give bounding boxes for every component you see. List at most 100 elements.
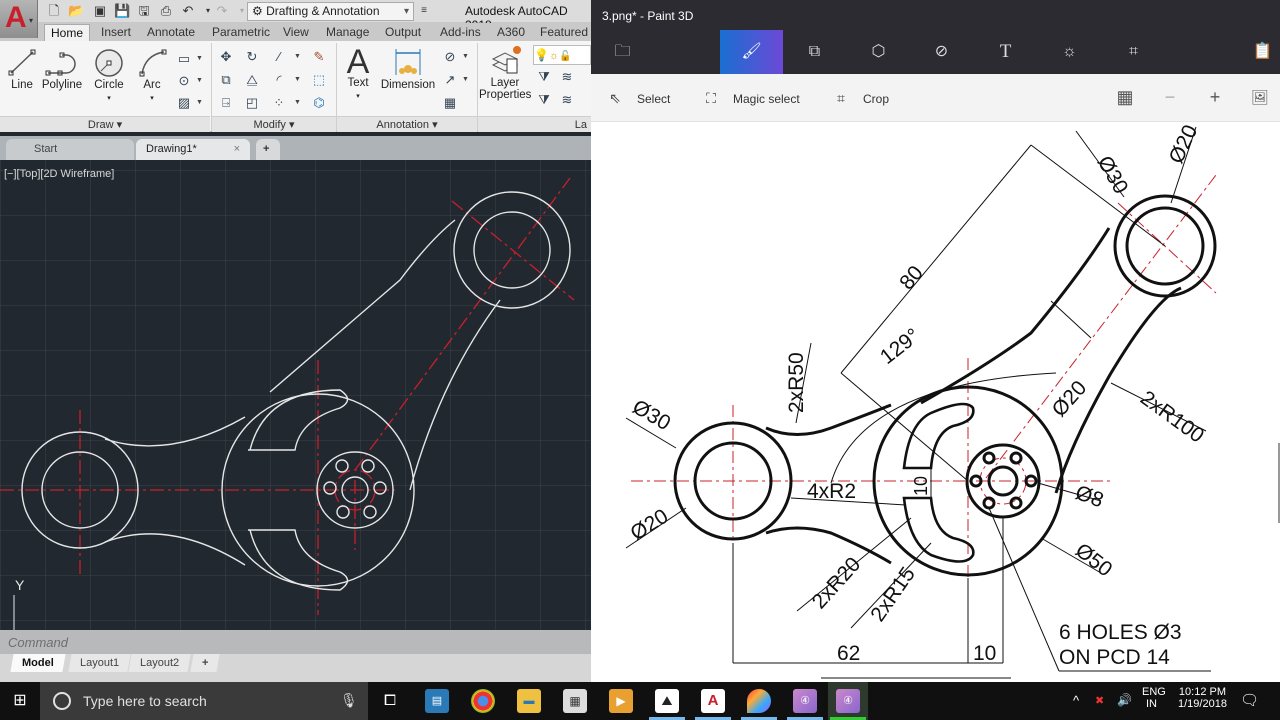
stickers-icon[interactable]: ⊘	[910, 30, 973, 74]
copy-icon[interactable]: ⧉	[217, 72, 235, 88]
editor-icon[interactable]: ④	[836, 689, 860, 713]
canvas-icon[interactable]: ⌗	[1102, 30, 1165, 74]
open-sheet-icon[interactable]: ▣	[92, 3, 108, 19]
tab-featured-apps[interactable]: Featured A	[534, 24, 591, 56]
open-folder-icon[interactable]: 📂	[68, 3, 84, 19]
draw-panel-label[interactable]: Draw ▾	[0, 116, 210, 132]
array-icon[interactable]: ⁘	[270, 95, 288, 111]
hatch-icon[interactable]: ▨	[175, 95, 193, 111]
microphone-icon[interactable]: 🎙	[340, 692, 358, 709]
modify-panel-label[interactable]: Modify ▾	[212, 116, 336, 132]
tab-insert[interactable]: Insert	[95, 24, 137, 41]
layer-isolate-icon[interactable]: ≋	[558, 69, 576, 85]
tab-annotate[interactable]: Annotate	[141, 24, 201, 41]
fillet-icon[interactable]: ◜	[270, 72, 288, 88]
rectangle-icon[interactable]: ▭	[175, 51, 193, 67]
control-panel-icon[interactable]: ▤	[425, 689, 449, 713]
magic-select-button[interactable]: ⛶ Magic select	[701, 88, 800, 108]
task-view-icon[interactable]: ⧠	[378, 689, 402, 713]
effects-icon[interactable]: ☼	[1038, 30, 1101, 74]
tab-home[interactable]: Home	[44, 24, 91, 41]
clock[interactable]: 10:12 PM 1/19/2018	[1178, 686, 1227, 710]
view-image-icon[interactable]: 🖼	[1249, 86, 1271, 108]
autocad-taskbar-icon[interactable]: A	[701, 689, 725, 713]
customize-qat-icon[interactable]: ≡	[416, 3, 432, 19]
volume-icon[interactable]: 🔊	[1117, 693, 1132, 707]
add-layout-button[interactable]: +	[190, 654, 221, 672]
photos-icon[interactable]: ⛰	[655, 689, 679, 713]
tab-view[interactable]: View	[277, 24, 315, 41]
move-icon[interactable]: ✥	[217, 49, 235, 65]
rotate-icon[interactable]: ↻	[243, 49, 261, 65]
tab-drawing1[interactable]: Drawing1* ×	[136, 139, 250, 160]
taskbar-search[interactable]: Type here to search 🎙	[40, 682, 368, 720]
layer-off-icon[interactable]: ⧩	[535, 69, 553, 85]
image-canvas[interactable]: Ø30 Ø20 80 129° 2xR50 Ø30 Ø20 4xR2 10 Ø2…	[591, 123, 1280, 682]
action-center-icon[interactable]: 🗨	[1240, 691, 1259, 709]
command-input[interactable]: Command	[8, 635, 68, 650]
tab-manage[interactable]: Manage	[320, 24, 375, 41]
grid-icon[interactable]: ▦	[1114, 86, 1136, 108]
tab-start[interactable]: Start	[6, 139, 134, 160]
redo-icon[interactable]: ↷	[214, 3, 230, 19]
calculator-icon[interactable]: ▦	[563, 689, 587, 713]
menu-folder-icon[interactable]: 🗀	[591, 30, 654, 74]
tab-output[interactable]: Output	[379, 24, 427, 41]
offset-icon[interactable]: ⌬	[310, 95, 328, 111]
layer-on-all-icon[interactable]: ⧩	[535, 92, 553, 108]
zoom-out-icon[interactable]: −	[1159, 86, 1181, 108]
brushes-icon[interactable]: 🖌	[720, 30, 783, 74]
trim-icon[interactable]: ⁄	[270, 49, 288, 65]
start-button[interactable]: ⊞	[0, 682, 40, 720]
workspace-dropdown[interactable]: ⚙ Drafting & Annotation ▾	[247, 2, 414, 21]
tab-layout2[interactable]: Layout2	[128, 654, 191, 672]
leader-icon[interactable]: ⊘	[441, 49, 459, 65]
mirror-icon[interactable]: ⧋	[243, 72, 261, 88]
multileader-icon[interactable]: ↗	[441, 72, 459, 88]
new-file-icon[interactable]: 🗋	[46, 3, 62, 19]
zoom-in-icon[interactable]: +	[1204, 86, 1226, 108]
layer-dropdown[interactable]: 💡☼🔓	[533, 45, 591, 65]
undo-icon[interactable]: ↶	[180, 3, 196, 19]
scale-icon[interactable]: ◰	[243, 95, 261, 111]
new-tab-button[interactable]: +	[256, 139, 280, 160]
drawing-viewport[interactable]: [−][Top][2D Wireframe] Y	[0, 160, 591, 630]
save-as-icon[interactable]: 🖫	[136, 3, 152, 19]
circle-tool[interactable]: Circle ▾	[92, 47, 126, 103]
explode-icon[interactable]: ⬚	[310, 72, 328, 88]
crop-button[interactable]: ⌗ Crop	[831, 88, 889, 108]
file-explorer-icon[interactable]: ▬	[517, 689, 541, 713]
save-icon[interactable]: 💾	[114, 3, 130, 19]
2d-shapes-icon[interactable]: ⧉	[783, 30, 846, 74]
ellipse-icon[interactable]: ⊙	[175, 73, 193, 89]
paint3d-taskbar-icon[interactable]	[747, 689, 771, 713]
print-icon[interactable]: ⎙	[158, 3, 174, 19]
command-line[interactable]: Command	[0, 630, 591, 654]
layers-panel-label[interactable]: La	[478, 116, 591, 132]
annotation-panel-label[interactable]: Annotation ▾	[337, 116, 477, 132]
stretch-icon[interactable]: ⍈	[217, 95, 235, 111]
erase-icon[interactable]: ✎	[310, 49, 328, 65]
polyline-tool[interactable]: Polyline	[40, 47, 84, 91]
media-player-icon[interactable]: ▶	[609, 689, 633, 713]
dimension-tool[interactable]: Dimension	[380, 47, 436, 91]
tab-a360[interactable]: A360	[491, 24, 531, 41]
select-button[interactable]: ⇖ Select	[605, 88, 670, 108]
network-disconnected-icon[interactable]: ✖	[1095, 694, 1104, 707]
tab-add-ins[interactable]: Add-ins	[434, 24, 487, 41]
table-icon[interactable]: ▦	[441, 95, 459, 111]
arc-tool[interactable]: Arc ▾	[137, 47, 167, 103]
tab-parametric[interactable]: Parametric	[206, 24, 276, 41]
tab-model[interactable]: Model	[10, 654, 66, 672]
application-menu-button[interactable]: A ▾	[0, 0, 38, 38]
3d-shapes-icon[interactable]: ⬡	[847, 30, 910, 74]
show-hidden-icons[interactable]: ^	[1073, 693, 1079, 708]
language-indicator[interactable]: ENG IN	[1142, 686, 1166, 710]
text-icon[interactable]: T	[974, 30, 1037, 74]
paste-icon[interactable]: 📋	[1231, 30, 1280, 74]
close-icon[interactable]: ×	[234, 139, 240, 160]
layer-match-icon[interactable]: ≋	[558, 92, 576, 108]
recorder-icon[interactable]: ④	[793, 689, 817, 713]
text-tool[interactable]: A Text ▾	[342, 45, 374, 101]
tab-layout1[interactable]: Layout1	[68, 654, 131, 672]
